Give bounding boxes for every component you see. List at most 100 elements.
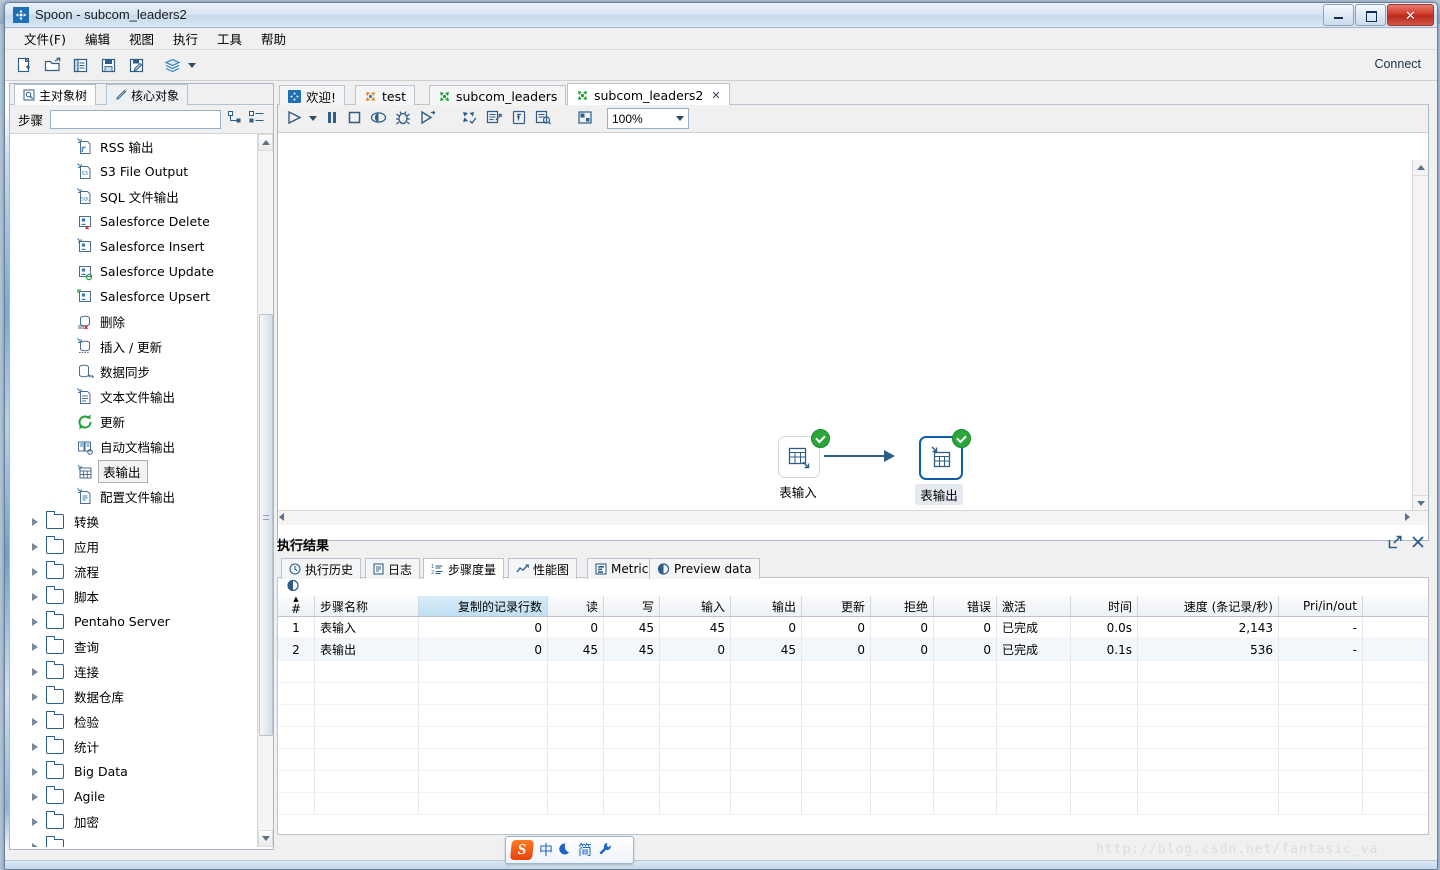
tab-core-objects[interactable]: 核心对象 <box>106 84 189 105</box>
zoom-select[interactable]: 100% <box>607 108 689 129</box>
tree-step-item[interactable]: SQL SQL 文件输出 <box>10 184 257 209</box>
search-input[interactable] <box>50 109 221 129</box>
ime-toolbar[interactable]: S 中 简 <box>505 836 634 864</box>
arrange-icon[interactable] <box>577 110 593 128</box>
step-metrics-grid[interactable]: ▲ # 步骤名称 复制的记录行数 读 写 输入 输出 更新 拒绝 错误 激活 时间 速度 (条记录/秒) P… <box>277 596 1429 835</box>
replay-icon[interactable] <box>419 110 436 128</box>
tree-step-item[interactable]: 更新 <box>10 409 257 434</box>
menu-view[interactable]: 视图 <box>120 27 163 50</box>
canvas-node-table-output[interactable]: 表输出 <box>915 429 971 505</box>
scroll-down-button[interactable] <box>258 830 273 847</box>
save-as-icon[interactable] <box>126 55 147 76</box>
tree-folder-item[interactable]: 转换 <box>10 509 257 534</box>
tree-folder-item[interactable]: 查询 <box>10 634 257 659</box>
tree-step-item[interactable]: 插入 / 更新 <box>10 334 257 359</box>
debug-icon[interactable] <box>395 110 411 128</box>
impact-analysis-icon[interactable] <box>486 110 503 128</box>
tree-step-item[interactable]: 删除 <box>10 309 257 334</box>
tree-step-item[interactable]: 自动文档输出 <box>10 434 257 459</box>
chevron-right-icon[interactable] <box>32 692 38 701</box>
canvas-node-table-input[interactable]: 表输入 <box>778 429 830 501</box>
chevron-right-icon[interactable] <box>32 542 38 551</box>
tree-folder-item[interactable]: 应用 <box>10 534 257 559</box>
scroll-up-button[interactable] <box>258 134 273 151</box>
explore-repository-icon[interactable] <box>70 55 91 76</box>
table-header-cell[interactable]: 时间 <box>1070 596 1138 617</box>
pause-icon[interactable] <box>325 110 339 128</box>
tab-main-object-tree[interactable]: 主对象树 <box>14 84 97 105</box>
ime-mode-button[interactable]: 中 <box>539 840 553 860</box>
chevron-right-icon[interactable] <box>32 717 38 726</box>
collapse-all-icon[interactable] <box>249 111 265 127</box>
tab-welcome[interactable]: 欢迎! <box>279 85 346 106</box>
table-header-cell[interactable]: 拒绝 <box>870 596 934 617</box>
run-options-dropdown-icon[interactable] <box>309 116 317 121</box>
tree-step-item[interactable]: 数据同步 <box>10 359 257 384</box>
tree-scrollbar[interactable] <box>257 134 273 847</box>
menu-file[interactable]: 文件(F) <box>15 27 75 50</box>
tab-log[interactable]: 日志 <box>365 558 421 579</box>
menu-help[interactable]: 帮助 <box>252 27 295 50</box>
step-tree[interactable]: RSS 输出 S3 S3 File Output SQL SQL 文件输出 Salesfo… <box>10 134 273 847</box>
preview-eye-icon[interactable] <box>286 579 300 595</box>
canvas-vertical-scrollbar[interactable] <box>1412 160 1428 511</box>
table-header-cell[interactable]: 错误 <box>933 596 997 617</box>
tree-folder-item[interactable]: Pentaho Server <box>10 609 257 634</box>
chevron-right-icon[interactable] <box>32 567 38 576</box>
chevron-right-icon[interactable] <box>32 817 38 826</box>
sql-icon[interactable] <box>511 110 527 128</box>
chevron-right-icon[interactable] <box>32 842 38 847</box>
expand-all-icon[interactable] <box>228 111 242 127</box>
tree-folder-item[interactable]: 加密 <box>10 809 257 834</box>
tree-folder-item[interactable]: Big Data <box>10 759 257 784</box>
tab-performance-graph[interactable]: 性能图 <box>508 558 578 579</box>
tree-folder-item[interactable]: 检验 <box>10 709 257 734</box>
table-header-cell[interactable]: 步骤名称 <box>314 596 419 617</box>
scroll-thumb[interactable] <box>259 314 273 736</box>
new-file-icon[interactable] <box>14 55 35 76</box>
tab-subcom-leaders[interactable]: subcom_leaders <box>429 85 567 106</box>
tab-preview-data[interactable]: Preview data <box>649 558 760 579</box>
table-header-cell[interactable]: 写 <box>603 596 660 617</box>
tree-folder-item[interactable]: 脚本 <box>10 584 257 609</box>
tree-step-item[interactable]: RSS 输出 <box>10 134 257 159</box>
tree-step-item[interactable]: Salesforce Insert <box>10 234 257 259</box>
table-header-cell[interactable]: 读 <box>547 596 604 617</box>
tree-folder-item[interactable]: 数据仓库 <box>10 684 257 709</box>
table-row[interactable]: 2 表输出 0 45 45 0 45 0 0 0 已完成 0.1s 536- <box>278 638 1428 661</box>
save-icon[interactable] <box>98 55 119 76</box>
menu-edit[interactable]: 编辑 <box>76 27 119 50</box>
verify-icon[interactable] <box>461 110 478 128</box>
tree-step-item[interactable]: 表输出 <box>10 459 257 484</box>
menu-tools[interactable]: 工具 <box>208 27 251 50</box>
tree-step-item[interactable]: S3 S3 File Output <box>10 159 257 184</box>
close-panel-icon[interactable] <box>1411 535 1425 552</box>
chevron-right-icon[interactable] <box>32 592 38 601</box>
table-header-cell[interactable]: 输出 <box>730 596 802 617</box>
chevron-right-icon[interactable] <box>32 667 38 676</box>
minimize-button[interactable] <box>1323 4 1354 26</box>
tree-step-item[interactable]: Salesforce Update <box>10 259 257 284</box>
wrench-icon[interactable] <box>598 842 612 859</box>
table-header-cell[interactable]: Pri/in/out <box>1278 596 1363 617</box>
table-header-cell[interactable]: 速度 (条记录/秒) <box>1137 596 1279 617</box>
perspective-icon[interactable] <box>162 55 183 76</box>
tab-step-metrics[interactable]: 12 步骤度量 <box>423 558 505 579</box>
run-icon[interactable] <box>286 110 303 128</box>
table-header-cell[interactable]: 激活 <box>996 596 1071 617</box>
table-header-cell[interactable]: ▲ # <box>278 596 315 617</box>
chevron-right-icon[interactable] <box>32 617 38 626</box>
table-header-cell[interactable]: 输入 <box>659 596 731 617</box>
tab-subcom-leaders2[interactable]: subcom_leaders2 ✕ <box>567 83 730 106</box>
table-header-cell[interactable]: 复制的记录行数 <box>418 596 548 617</box>
table-row[interactable]: 1 表输入 0 0 45 45 0 0 0 0 已完成 0.0s 2,143- <box>278 616 1428 639</box>
close-button[interactable]: ✕ <box>1387 4 1434 26</box>
chevron-right-icon[interactable] <box>32 517 38 526</box>
ime-script-button[interactable]: 简 <box>578 840 592 860</box>
chevron-right-icon[interactable] <box>32 767 38 776</box>
tree-folder-item[interactable]: 统计 <box>10 734 257 759</box>
canvas-horizontal-scrollbar[interactable] <box>278 510 1428 525</box>
show-last-log-icon[interactable] <box>535 110 552 128</box>
preview-icon[interactable] <box>370 110 387 128</box>
open-file-icon[interactable] <box>42 55 63 76</box>
